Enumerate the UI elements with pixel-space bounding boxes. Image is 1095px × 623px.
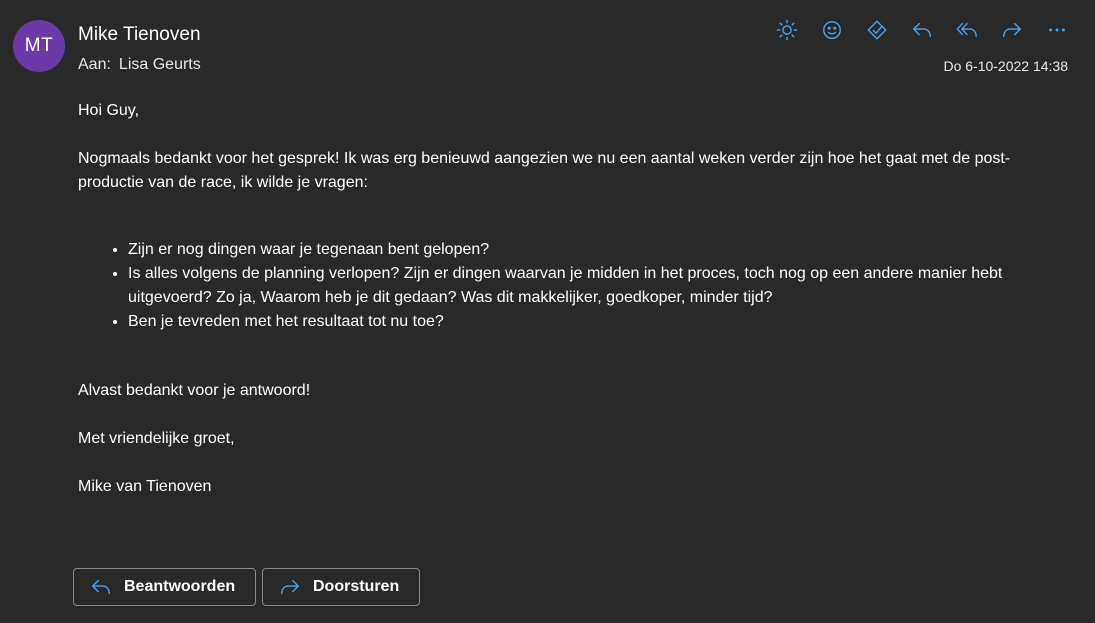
reply-icon (92, 579, 110, 595)
more-icon[interactable] (1041, 16, 1073, 44)
greeting: Hoi Guy, (78, 102, 140, 119)
list-item: Ben je tevreden met het resultaat tot nu… (128, 310, 1048, 334)
list-item: Is alles volgens de planning verlopen? Z… (128, 262, 1048, 310)
tag-icon[interactable] (861, 16, 893, 44)
sun-icon[interactable] (771, 16, 803, 44)
recipient-line: Aan: Lisa Geurts (78, 54, 201, 76)
message-toolbar (771, 16, 1073, 44)
smiley-icon[interactable] (816, 16, 848, 44)
sender-name[interactable]: Mike Tienoven (78, 23, 201, 47)
to-label: Aan: (78, 56, 111, 73)
forward-icon (281, 579, 299, 595)
list-item: Zijn er nog dingen waar je tegenaan bent… (128, 238, 1048, 262)
forward-button[interactable]: Doorsturen (262, 568, 420, 606)
message-body: Hoi Guy, Nogmaals bedankt voor het gespr… (78, 99, 1048, 499)
recipient-name[interactable]: Lisa Geurts (119, 56, 201, 73)
reply-all-icon[interactable] (951, 16, 983, 44)
reply-button-label: Beantwoorden (124, 578, 236, 595)
closing-line: Met vriendelijke groet, (78, 430, 235, 447)
forward-icon[interactable] (996, 16, 1028, 44)
reply-icon[interactable] (906, 16, 938, 44)
message-date: Do 6-10-2022 14:38 (943, 58, 1068, 74)
reply-button[interactable]: Beantwoorden (73, 568, 256, 606)
forward-button-label: Doorsturen (313, 578, 400, 595)
avatar[interactable]: MT (13, 20, 65, 72)
action-buttons: Beantwoorden Doorsturen (73, 568, 420, 606)
signature: Mike van Tienoven (78, 478, 212, 495)
thanks-line: Alvast bedankt voor je antwoord! (78, 382, 311, 399)
intro-paragraph: Nogmaals bedankt voor het gesprek! Ik wa… (78, 150, 1011, 191)
question-list: Zijn er nog dingen waar je tegenaan bent… (78, 238, 1048, 334)
